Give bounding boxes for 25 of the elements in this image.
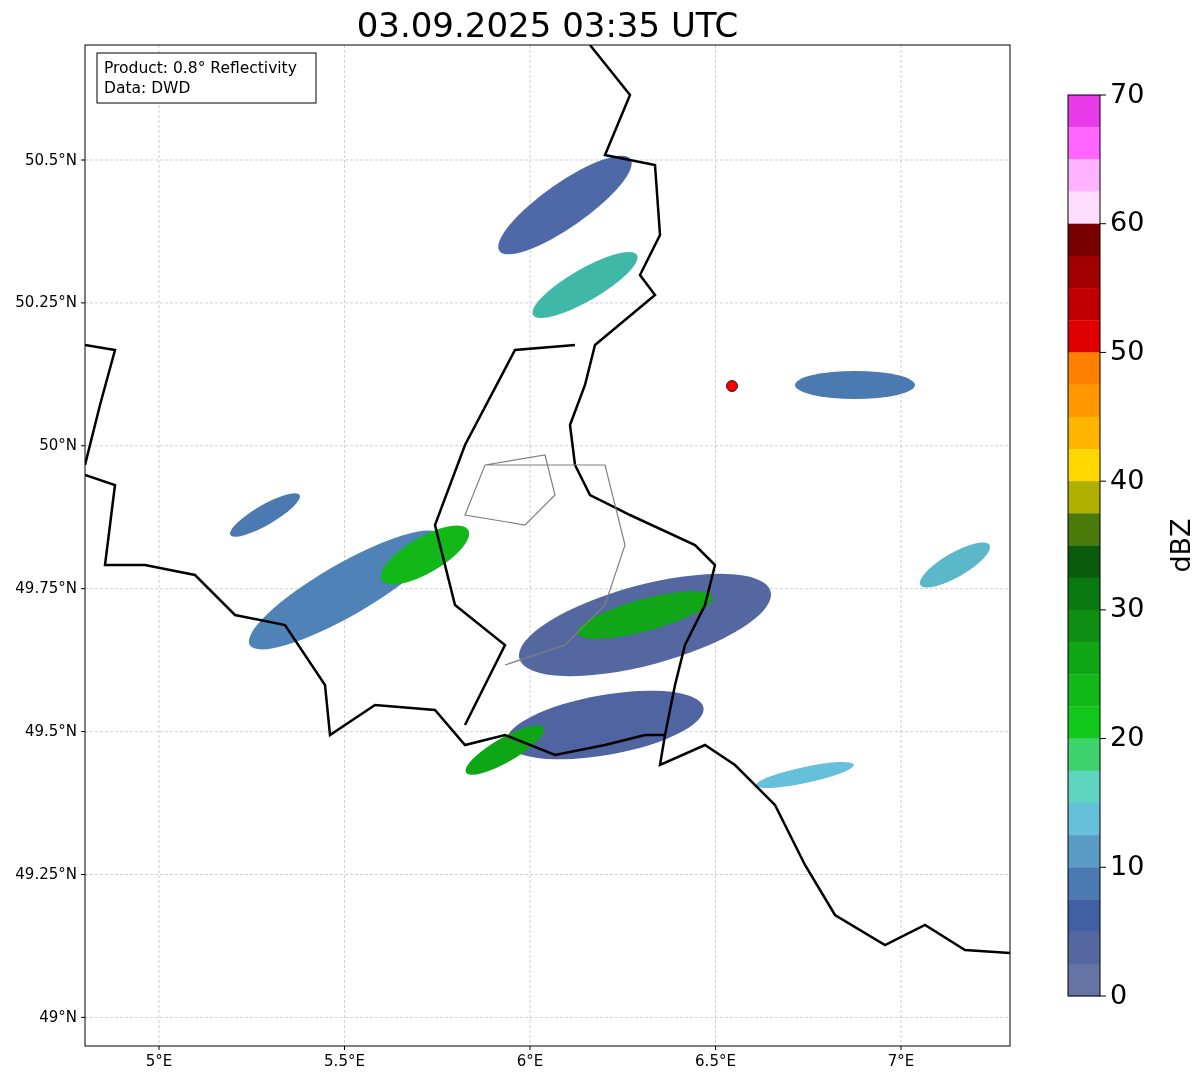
legend-text: Data: DWD [104, 79, 191, 97]
latitude-label: 50.5°N [24, 150, 77, 169]
longitude-label: 6.5°E [695, 1052, 736, 1070]
longitude-label: 5.5°E [324, 1052, 365, 1070]
longitude-label: 7°E [887, 1052, 915, 1070]
latitude-label: 50°N [39, 436, 77, 455]
colorbar-tick-label: 20 [1110, 721, 1145, 753]
chart-title: 03.09.2025 03:35 UTC [356, 5, 739, 45]
colorbar-tick-label: 70 [1110, 77, 1145, 109]
colorbar-tick-label: 60 [1110, 206, 1145, 238]
colorbar-tick-label: 50 [1110, 334, 1145, 366]
colorbar-tick-label: 10 [1110, 849, 1145, 881]
latitude-label: 49.25°N [15, 865, 77, 883]
colorbar-tick-label: 40 [1110, 463, 1145, 495]
latitude-label: 50.25°N [15, 293, 77, 312]
colorbar-label: dBZ [1165, 518, 1196, 573]
colorbar-tick-label: 30 [1110, 592, 1145, 624]
longitude-label: 5°E [145, 1052, 173, 1070]
legend-text: Product: 0.8° Reflectivity [104, 59, 297, 77]
latitude-label: 49.5°N [24, 722, 77, 741]
latitude-label: 49.75°N [15, 579, 77, 598]
longitude-label: 6°E [516, 1052, 544, 1070]
latitude-label: 49°N [39, 1007, 77, 1026]
colorbar-tick-label: 0 [1110, 978, 1128, 1010]
site-marker [726, 380, 738, 392]
